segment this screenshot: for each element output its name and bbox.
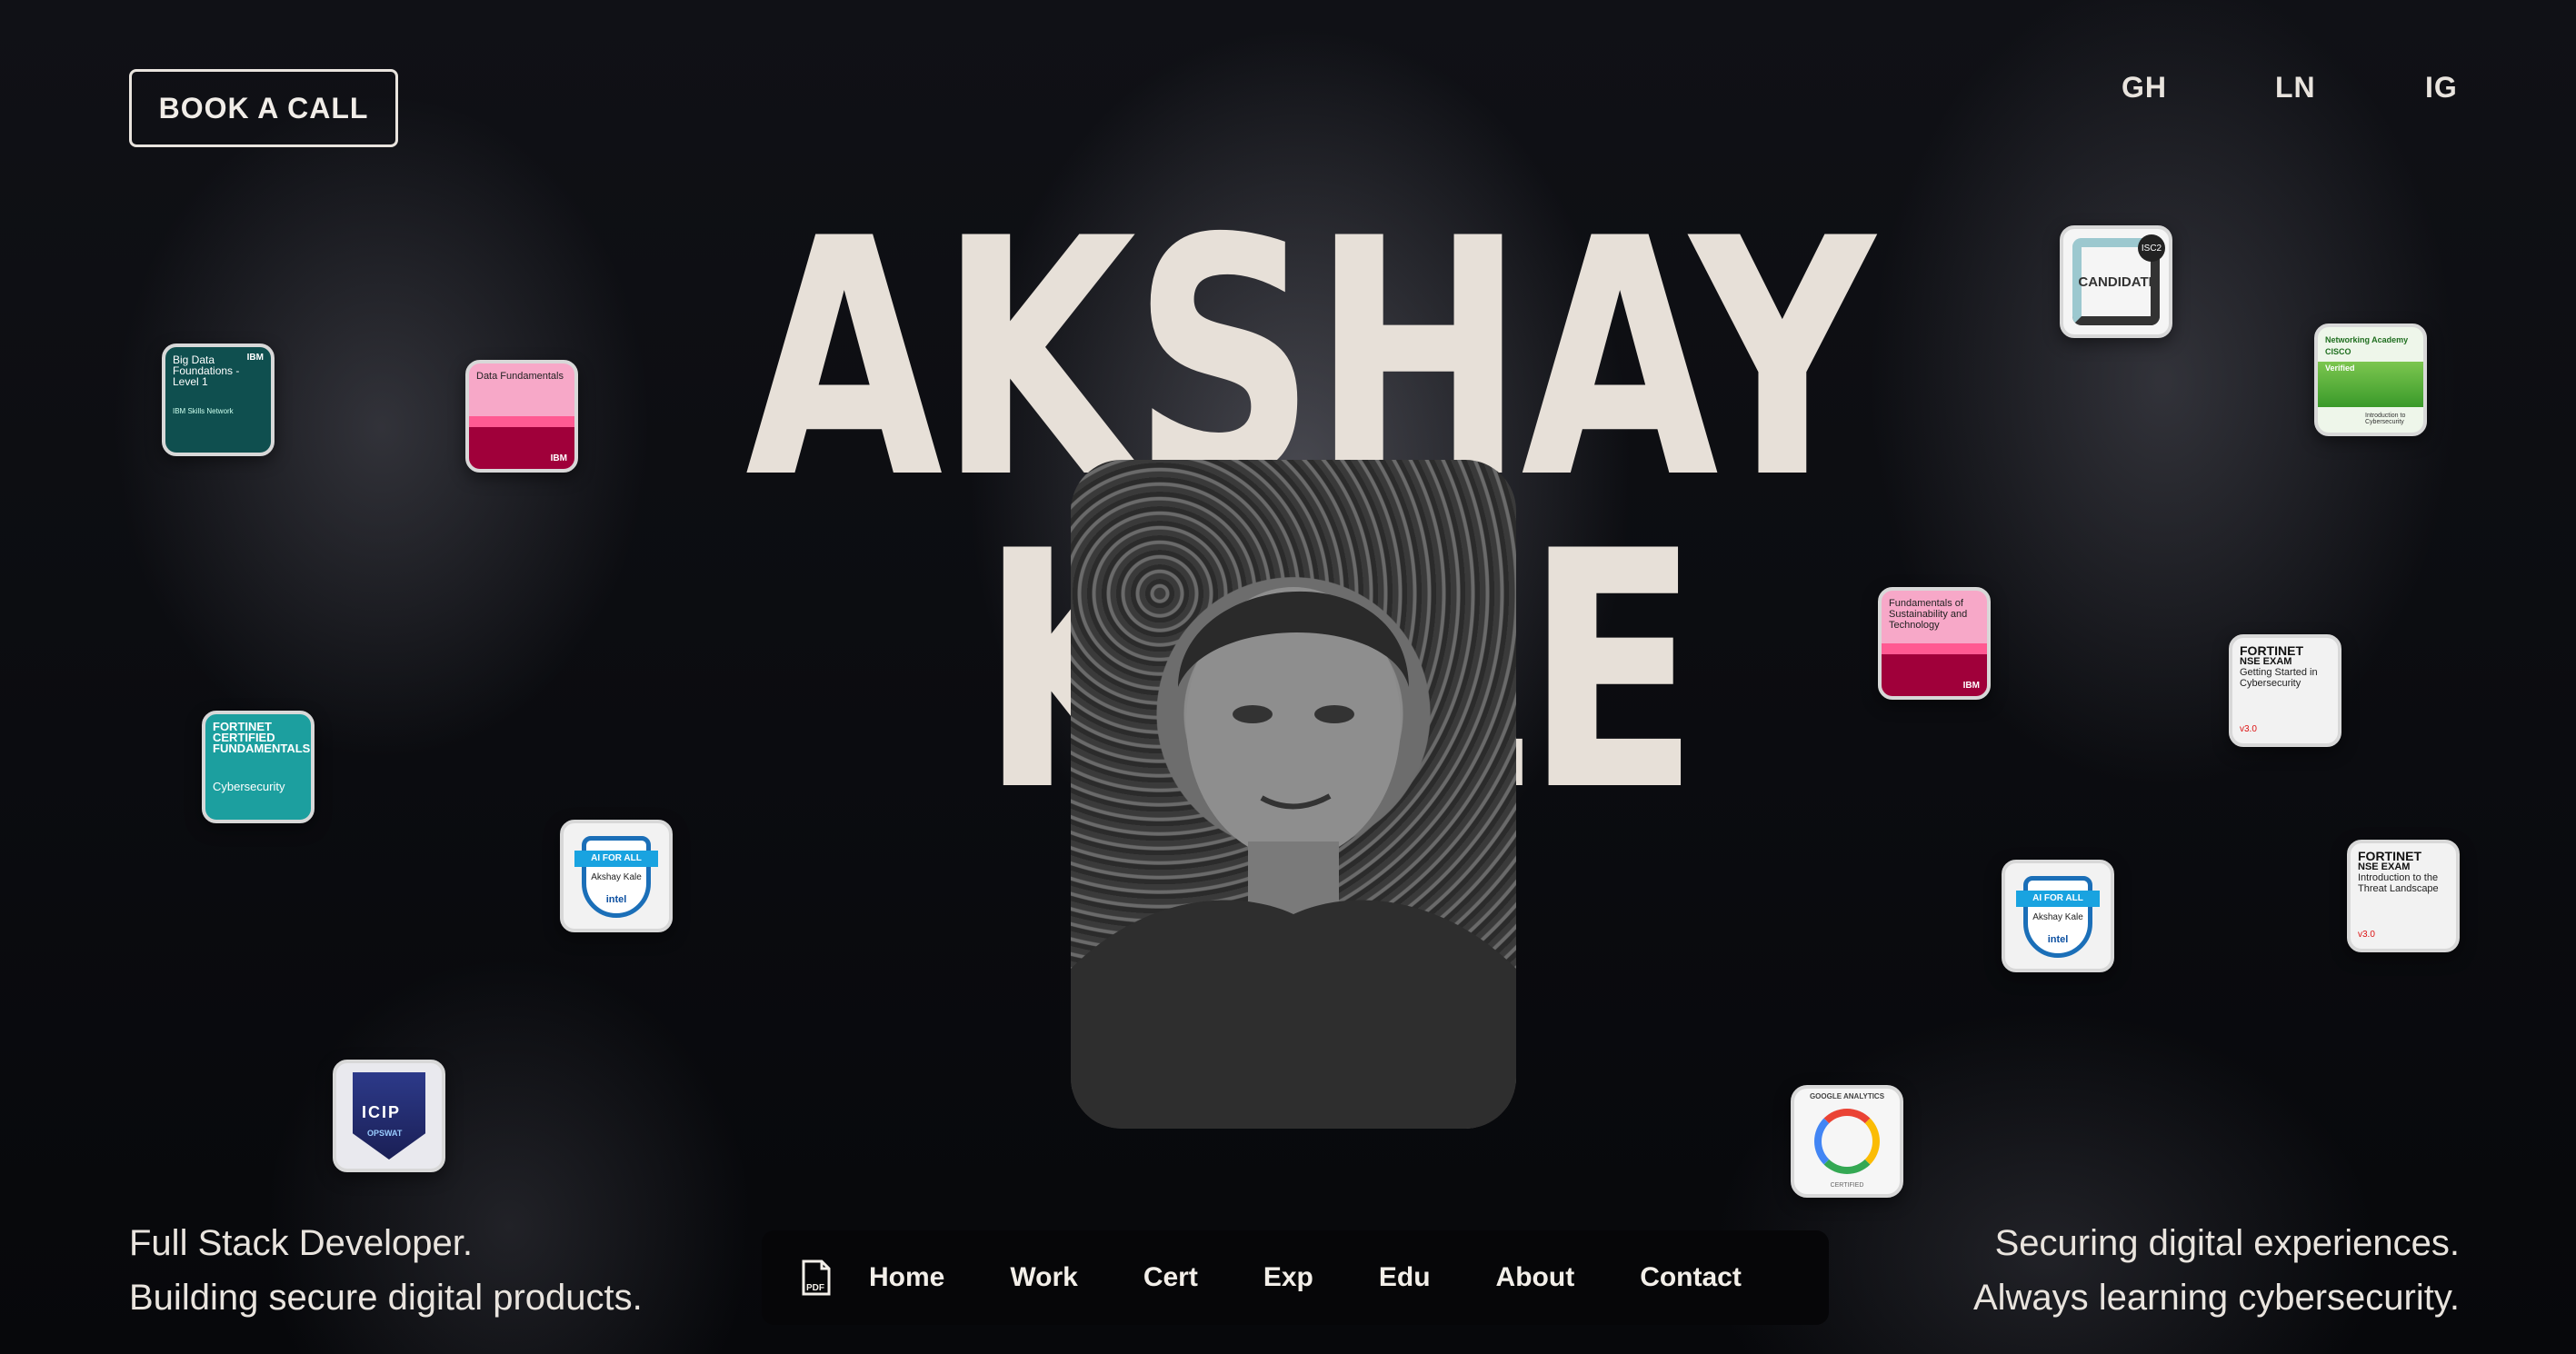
badge-sustainability-org: IBM <box>1962 681 1980 691</box>
badge-nse-title: Getting Started in Cybersecurity <box>2240 667 2318 689</box>
badge-ai-ribbon: AI FOR ALL <box>574 851 658 867</box>
badge-cisco-networking-academy[interactable]: Networking Academy CISCO Verified Introd… <box>2314 324 2427 436</box>
badge-nse-brand: FORTINET <box>2358 849 2421 863</box>
badge-icip-label: ICIP <box>362 1103 402 1121</box>
badge-nse-exam: NSE EXAM <box>2358 861 2411 872</box>
bottom-navbar: PDF Home Work Cert Exp Edu About Contact <box>762 1230 1829 1325</box>
badge-ai-name: Akshay Kale <box>591 872 642 882</box>
google-analytics-icon <box>1814 1109 1880 1174</box>
tagline-right: Securing digital experiences. Always lea… <box>1973 1216 2460 1325</box>
badge-nse-version: v3.0 <box>2240 724 2257 734</box>
nav-work[interactable]: Work <box>1010 1262 1077 1293</box>
badge-fortinet-title: FORTINET CERTIFIED FUNDAMENTALS <box>213 720 311 755</box>
nav-contact[interactable]: Contact <box>1640 1262 1742 1293</box>
pdf-resume-icon[interactable]: PDF <box>802 1259 831 1296</box>
badge-isc2-candidate[interactable]: CANDIDATE ISC2 <box>2060 225 2172 338</box>
badge-sustainability-title: Fundamentals of Sustainability and Techn… <box>1889 598 1968 631</box>
badge-icip[interactable]: ICIP OPSWAT <box>333 1060 445 1172</box>
badge-ai-for-all-right[interactable]: AI FOR ALL Akshay Kale intel <box>2002 860 2114 972</box>
nav-edu[interactable]: Edu <box>1379 1262 1431 1293</box>
linkedin-link[interactable]: LN <box>2275 71 2316 105</box>
badge-ai-for-all-left[interactable]: AI FOR ALL Akshay Kale intel <box>560 820 673 932</box>
badge-ai-name: Akshay Kale <box>2032 912 2083 922</box>
badge-stripe <box>1882 643 1987 654</box>
badge-nse-version: v3.0 <box>2358 930 2375 940</box>
tagline-right-line1: Securing digital experiences. <box>1994 1223 2460 1263</box>
tagline-left-line1: Full Stack Developer. <box>129 1223 473 1263</box>
badge-fortinet-sub: Cybersecurity <box>213 780 285 793</box>
badge-nse-text: FORTINET NSE EXAM Getting Started in Cyb… <box>2240 643 2331 689</box>
badge-cisco-title: Networking Academy <box>2325 335 2409 344</box>
github-link[interactable]: GH <box>2122 71 2167 105</box>
portrait-photo <box>1071 460 1516 1129</box>
badge-google-analytics[interactable]: GOOGLE ANALYTICS CERTIFIED <box>1791 1085 1903 1198</box>
tagline-left-line2: Building secure digital products. <box>129 1278 643 1318</box>
badge-ai-ribbon: AI FOR ALL <box>2016 891 2100 907</box>
nav-home[interactable]: Home <box>869 1262 944 1293</box>
badge-nse-threat-landscape[interactable]: FORTINET NSE EXAM Introduction to the Th… <box>2347 840 2460 952</box>
badge-big-data-org: IBM <box>246 353 264 363</box>
badge-nse-getting-started[interactable]: FORTINET NSE EXAM Getting Started in Cyb… <box>2229 634 2341 747</box>
nav-about[interactable]: About <box>1496 1262 1575 1293</box>
badge-nse-text: FORTINET NSE EXAM Introduction to the Th… <box>2358 849 2449 894</box>
badge-stripe <box>469 416 574 427</box>
badge-nse-brand: FORTINET <box>2240 643 2303 658</box>
instagram-link[interactable]: IG <box>2425 71 2458 105</box>
badge-data-fundamentals[interactable]: Data Fundamentals IBM <box>465 360 578 473</box>
tagline-left: Full Stack Developer. Building secure di… <box>129 1216 643 1325</box>
badge-icip-org: OPSWAT <box>367 1129 403 1138</box>
badge-ai-brand: intel <box>605 894 627 905</box>
badge-cisco-status: Verified <box>2325 363 2355 373</box>
badge-cisco-org: CISCO <box>2325 347 2351 356</box>
book-a-call-button[interactable]: BOOK A CALL <box>129 69 398 147</box>
portrait-illustration <box>1071 587 1516 1129</box>
nav-cert[interactable]: Cert <box>1143 1262 1198 1293</box>
badge-fortinet-certified-fundamentals[interactable]: FORTINET CERTIFIED FUNDAMENTALS Cybersec… <box>202 711 315 823</box>
badge-data-fundamentals-title: Data Fundamentals <box>476 371 564 382</box>
badge-candidate-org: ISC2 <box>2138 234 2165 262</box>
badge-ai-brand: intel <box>2047 934 2069 945</box>
badge-ga-label: GOOGLE ANALYTICS <box>1809 1092 1885 1100</box>
badge-candidate-label: CANDIDATE <box>2078 274 2158 290</box>
badge-big-data-foundations[interactable]: Big Data Foundations - Level 1 IBM IBM S… <box>162 343 275 456</box>
pdf-icon-label: PDF <box>806 1283 824 1293</box>
badge-big-data-sub: IBM Skills Network <box>173 407 234 415</box>
badge-nse-exam: NSE EXAM <box>2240 656 2292 667</box>
badge-data-fundamentals-org: IBM <box>550 453 567 463</box>
nav-exp[interactable]: Exp <box>1263 1262 1313 1293</box>
badge-cisco-sub: Introduction to Cybersecurity <box>2365 413 2406 425</box>
badge-sustainability[interactable]: Fundamentals of Sustainability and Techn… <box>1878 587 1991 700</box>
badge-ga-sub: CERTIFIED <box>1830 1182 1864 1189</box>
badge-nse-title: Introduction to the Threat Landscape <box>2358 872 2439 894</box>
tagline-right-line2: Always learning cybersecurity. <box>1972 1278 2460 1318</box>
